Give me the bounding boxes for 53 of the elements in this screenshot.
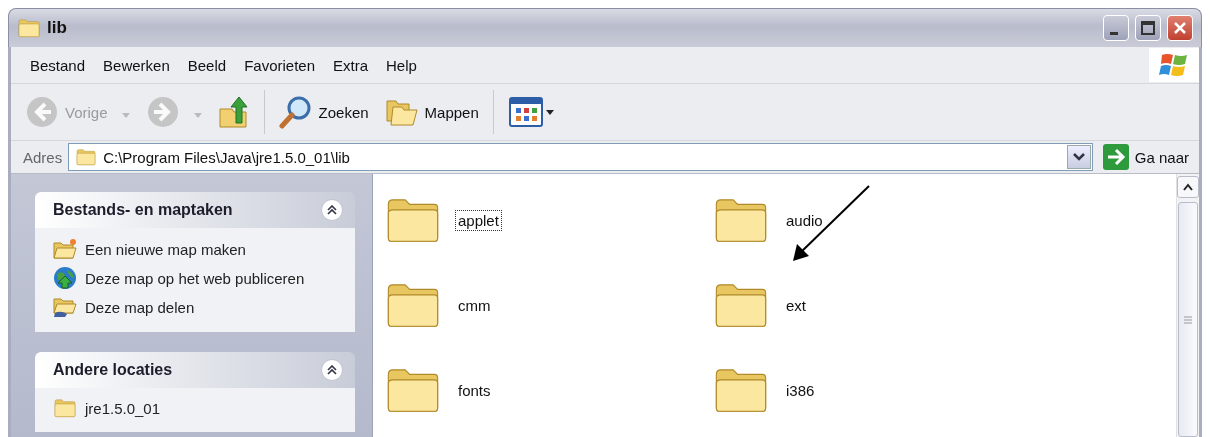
window-title: lib xyxy=(47,18,68,38)
search-icon xyxy=(278,95,313,129)
close-icon xyxy=(1173,21,1187,35)
go-button[interactable]: Ga naar xyxy=(1098,144,1193,170)
task-link[interactable]: Een nieuwe map maken xyxy=(53,238,337,260)
scroll-thumb[interactable] xyxy=(1178,202,1198,437)
panel-title: Andere locaties xyxy=(53,361,173,379)
folder-icon xyxy=(17,18,41,38)
folders-button[interactable]: Mappen xyxy=(378,95,485,129)
scroll-up-button[interactable] xyxy=(1177,176,1199,198)
task-link[interactable]: Deze map delen xyxy=(53,296,337,318)
panel-title: Bestands- en maptaken xyxy=(53,201,233,219)
dropdown-button[interactable] xyxy=(1066,145,1091,169)
folder-item[interactable]: i386 xyxy=(713,358,1041,422)
folder-icon xyxy=(53,398,77,418)
address-field[interactable]: C:\Program Files\Java\jre1.5.0_01\lib xyxy=(68,143,1093,171)
globe-icon xyxy=(53,266,77,290)
collapse-button[interactable] xyxy=(321,199,343,221)
minimize-button[interactable] xyxy=(1103,15,1129,41)
chevron-up-icon xyxy=(1183,183,1193,191)
maximize-button[interactable] xyxy=(1135,15,1161,41)
folder-item[interactable]: audio xyxy=(713,188,1041,252)
folder-item[interactable]: cmm xyxy=(385,273,713,337)
grip-icon xyxy=(1184,315,1192,324)
menu-item[interactable]: Extra xyxy=(324,56,377,74)
menu-item[interactable]: Bewerken xyxy=(94,56,179,74)
views-icon xyxy=(507,96,556,128)
minimize-icon xyxy=(1110,31,1118,35)
chevron-down-icon xyxy=(1072,153,1085,161)
double-chevron-up-icon xyxy=(327,365,337,375)
menu-item[interactable]: Favorieten xyxy=(235,56,324,74)
new-folder-icon xyxy=(53,238,77,260)
folder-item[interactable]: ext xyxy=(713,273,1041,337)
menu-item[interactable]: Beeld xyxy=(178,56,236,74)
caret-icon xyxy=(193,112,202,118)
maximize-icon xyxy=(1141,21,1155,35)
caret-icon xyxy=(121,112,130,118)
folder-item[interactable]: applet xyxy=(385,188,713,252)
collapse-button[interactable] xyxy=(321,359,343,381)
windows-logo-icon xyxy=(1159,52,1189,78)
menu-item[interactable]: Bestand xyxy=(21,56,95,74)
shared-folder-icon xyxy=(53,296,77,318)
menu-item[interactable]: Help xyxy=(377,56,426,74)
double-chevron-up-icon xyxy=(327,205,337,215)
address-label: Adres xyxy=(23,148,63,166)
search-button[interactable]: Zoeken xyxy=(272,93,375,131)
folder-up-icon xyxy=(217,95,250,129)
folder-icon xyxy=(75,148,98,166)
folder-item[interactable]: fonts xyxy=(385,358,713,422)
close-button[interactable] xyxy=(1167,15,1193,41)
folders-icon xyxy=(384,97,419,127)
scrollbar[interactable] xyxy=(1176,174,1199,437)
task-link[interactable]: Deze map op het web publiceren xyxy=(53,266,337,290)
